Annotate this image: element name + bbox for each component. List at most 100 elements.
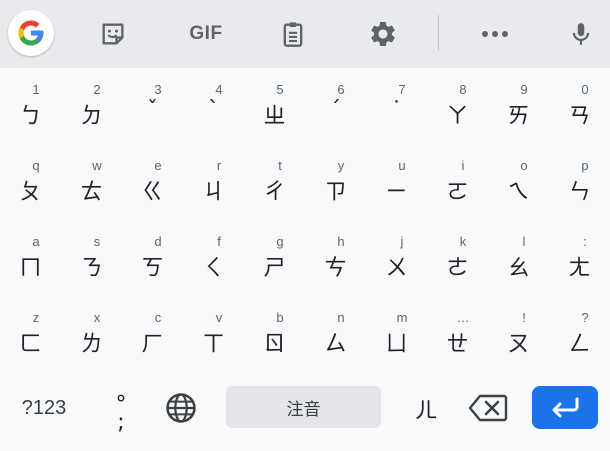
key-7[interactable]: 7 ˙ — [366, 68, 427, 144]
enter-icon — [552, 397, 579, 417]
key-j[interactable]: jㄨ — [366, 220, 427, 296]
key-label: ㄊ — [80, 180, 103, 205]
key-p[interactable]: pㄣ — [549, 144, 610, 220]
key-hint: : — [583, 234, 587, 249]
key-v[interactable]: vㄒ — [183, 296, 244, 372]
key-6[interactable]: 6ˊ — [305, 68, 366, 144]
key-hint: 7 — [398, 82, 406, 97]
key-hint: 9 — [520, 82, 528, 97]
sticker-button[interactable] — [90, 12, 136, 56]
key-label: ˊ — [330, 98, 341, 123]
key-label: ㄌ — [80, 332, 103, 357]
key-a[interactable]: aㄇ — [0, 220, 61, 296]
key-0[interactable]: 0ㄢ — [549, 68, 610, 144]
key-8[interactable]: 8ㄚ — [427, 68, 488, 144]
key-1[interactable]: 1ㄅ — [0, 68, 61, 144]
key-label: ㄤ — [568, 256, 591, 281]
clipboard-button[interactable] — [270, 12, 316, 56]
key-y[interactable]: yㄗ — [305, 144, 366, 220]
key-label: ㄒ — [202, 332, 225, 357]
key-4[interactable]: 4ˋ — [183, 68, 244, 144]
key-i[interactable]: iㄛ — [427, 144, 488, 220]
key-u[interactable]: uㄧ — [366, 144, 427, 220]
key-hint: l — [522, 234, 526, 249]
key-hint: 6 — [337, 82, 345, 97]
key-hint: 1 — [32, 82, 40, 97]
key-o[interactable]: oㄟ — [488, 144, 549, 220]
more-icon — [482, 31, 508, 37]
key-hint: b — [276, 310, 284, 325]
key-exclamation[interactable]: ! ㄡ — [488, 296, 549, 372]
key-hint: x — [93, 310, 101, 325]
key-m[interactable]: mㄩ — [366, 296, 427, 372]
key-hint: u — [398, 158, 406, 173]
key-hint: g — [276, 234, 284, 249]
key-colon[interactable]: :ㄤ — [549, 220, 610, 296]
key-q[interactable]: qㄆ — [0, 144, 61, 220]
key-label: ㄣ — [568, 180, 591, 205]
gear-icon — [371, 21, 395, 46]
suggestion-toolbar: GIF — [0, 0, 610, 68]
key-label: ㄈ — [19, 332, 42, 357]
key-x[interactable]: xㄌ — [61, 296, 122, 372]
key-f[interactable]: fㄑ — [183, 220, 244, 296]
key-label: ㄘ — [324, 256, 347, 281]
key-s[interactable]: sㄋ — [61, 220, 122, 296]
key-hint: … — [456, 310, 470, 325]
key-hint: f — [217, 234, 221, 249]
key-5[interactable]: 5ㄓ — [244, 68, 305, 144]
key-l[interactable]: lㄠ — [488, 220, 549, 296]
enter-key[interactable] — [532, 386, 598, 429]
microphone-icon — [572, 23, 590, 45]
key-label: ㄕ — [263, 256, 286, 281]
key-hint: 4 — [215, 82, 223, 97]
space-key[interactable]: 注音 — [226, 386, 381, 428]
key-2[interactable]: 2ㄉ — [61, 68, 122, 144]
voice-input-button[interactable] — [558, 12, 604, 56]
key-hint: d — [154, 234, 162, 249]
key-label: ㄩ — [385, 332, 408, 357]
punctuation-key[interactable]: ° ; — [96, 392, 146, 436]
key-er[interactable]: ㄦ — [403, 388, 449, 430]
key-z[interactable]: zㄈ — [0, 296, 61, 372]
more-button[interactable] — [472, 12, 518, 56]
key-hint: ? — [581, 310, 589, 325]
gif-button[interactable]: GIF — [180, 12, 232, 56]
key-d[interactable]: dㄎ — [122, 220, 183, 296]
key-t[interactable]: tㄔ — [244, 144, 305, 220]
key-k[interactable]: kㄜ — [427, 220, 488, 296]
key-3[interactable]: 3ˇ — [122, 68, 183, 144]
key-hint: c — [154, 310, 162, 325]
symbols-key[interactable]: ?123 — [10, 388, 78, 428]
key-n[interactable]: nㄙ — [305, 296, 366, 372]
key-9[interactable]: 9ㄞ — [488, 68, 549, 144]
key-label: ㄢ — [568, 104, 591, 129]
backspace-key[interactable] — [462, 386, 514, 430]
key-hint: z — [32, 310, 40, 325]
key-ellipsis[interactable]: … ㄝ — [427, 296, 488, 372]
key-hint: p — [581, 158, 589, 173]
key-label: ㄠ — [507, 256, 530, 281]
key-hint: e — [154, 158, 162, 173]
google-g-icon — [18, 20, 44, 46]
key-e[interactable]: eㄍ — [122, 144, 183, 220]
key-w[interactable]: wㄊ — [61, 144, 122, 220]
google-button[interactable] — [8, 10, 54, 56]
clipboard-icon — [283, 22, 303, 47]
key-c[interactable]: cㄏ — [122, 296, 183, 372]
key-question[interactable]: ? ㄥ — [549, 296, 610, 372]
key-hint: 0 — [581, 82, 589, 97]
settings-button[interactable] — [360, 12, 406, 56]
key-label: ㄞ — [507, 104, 530, 129]
language-switch-key[interactable] — [158, 386, 204, 430]
key-hint: k — [459, 234, 467, 249]
key-hint: ! — [522, 310, 526, 325]
key-h[interactable]: hㄘ — [305, 220, 366, 296]
key-g[interactable]: gㄕ — [244, 220, 305, 296]
key-label: ㄚ — [446, 104, 469, 129]
backspace-icon — [468, 394, 508, 422]
key-hint: t — [278, 158, 282, 173]
key-b[interactable]: bㄖ — [244, 296, 305, 372]
key-r[interactable]: rㄐ — [183, 144, 244, 220]
key-label: ㄡ — [507, 332, 530, 357]
